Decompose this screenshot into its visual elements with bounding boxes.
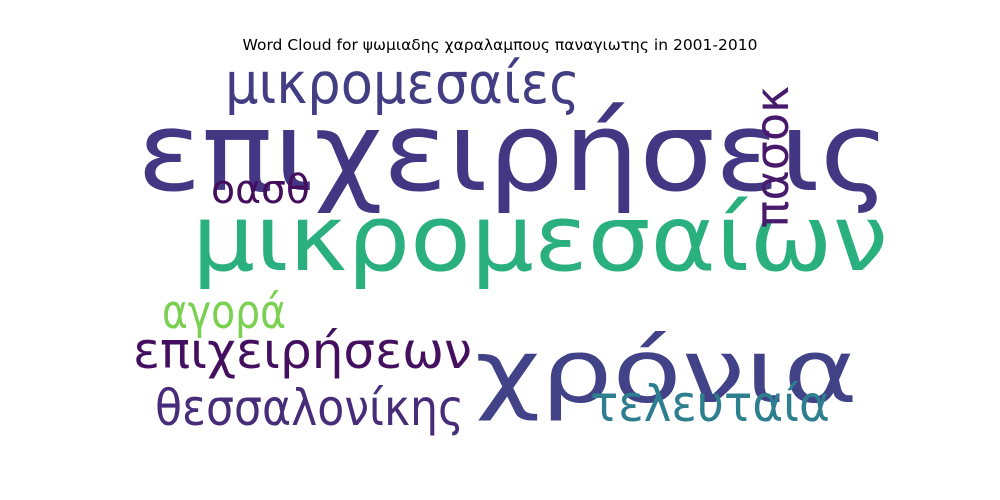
word-8: αγορά	[162, 285, 286, 340]
word-cloud: επιχειρήσειςμικρομεσαίωνχρόνιαμικρομεσαί…	[133, 51, 890, 437]
word-4: μικρομεσαίες	[225, 51, 580, 117]
word-6: θεσσαλονίκης	[155, 379, 464, 437]
word-7: τελευταία	[590, 375, 830, 433]
word-10: οασθ	[211, 167, 310, 213]
word-9: πασοκ	[745, 86, 799, 228]
